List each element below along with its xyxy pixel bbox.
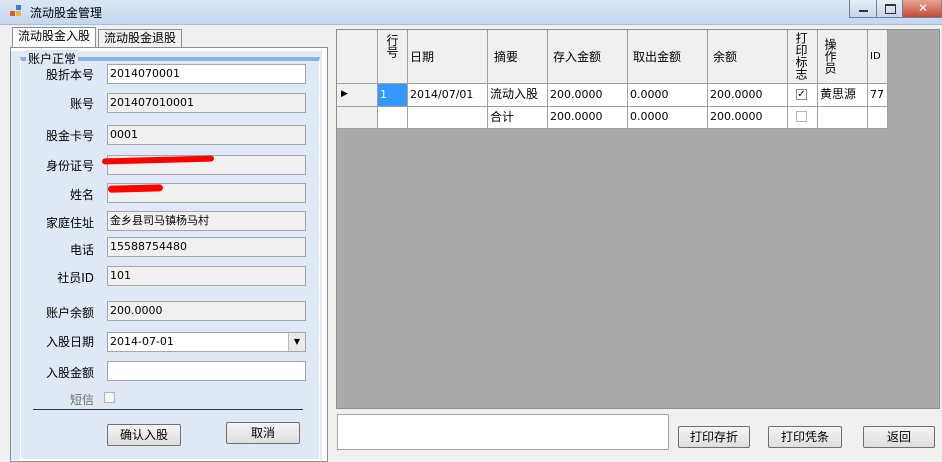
col-withdraw[interactable]: 取出金额 (628, 30, 708, 84)
window-title: 流动股金管理 (30, 6, 103, 20)
cell-deposit[interactable]: 200.0000 (548, 107, 628, 129)
row-selector[interactable] (337, 107, 378, 129)
minimize-button[interactable] (849, 0, 877, 18)
cell-print-flag[interactable] (788, 107, 818, 129)
print-flag-checkbox[interactable]: ✓ (796, 89, 807, 100)
cell-operator[interactable] (818, 107, 868, 129)
cell-id[interactable] (868, 107, 888, 129)
col-print-flag[interactable]: 打印标志 (788, 30, 818, 84)
row-header-corner (337, 30, 378, 84)
tab-stock-in[interactable]: 流动股金入股 (12, 27, 97, 47)
close-icon: ✕ (918, 1, 929, 15)
book-no-input[interactable]: 2014070001 (107, 64, 306, 84)
redaction-scribble (107, 184, 164, 193)
sms-checkbox[interactable] (104, 392, 115, 403)
col-summary[interactable]: 摘要 (488, 30, 548, 84)
join-date-label: 入股日期 (45, 335, 94, 349)
card-no-label: 股金卡号 (45, 129, 94, 143)
row-selector[interactable]: ▶ (337, 84, 378, 107)
cell-row-no[interactable]: 1 (378, 84, 408, 107)
cell-balance[interactable]: 200.0000 (708, 107, 788, 129)
maximize-icon (885, 4, 896, 14)
col-balance[interactable]: 余额 (708, 30, 788, 84)
back-button[interactable]: 返回 (863, 426, 935, 448)
col-date[interactable]: 日期 (408, 30, 488, 84)
cell-row-no[interactable] (378, 107, 408, 129)
col-id[interactable]: ID (868, 30, 888, 84)
account-no-label: 账号 (69, 97, 94, 111)
amount-input[interactable] (107, 361, 306, 381)
confirm-button[interactable]: 确认入股 (107, 424, 181, 446)
phone-label: 电话 (69, 243, 94, 257)
balance-field: 200.0000 (107, 301, 306, 321)
cell-balance[interactable]: 200.0000 (708, 84, 788, 107)
maximize-button[interactable] (876, 0, 903, 18)
cell-date[interactable]: 2014/07/01 (408, 84, 488, 107)
card-no-field: 0001 (107, 125, 306, 145)
cancel-button[interactable]: 取消 (226, 422, 300, 444)
sms-label: 短信 (69, 393, 94, 407)
id-no-label: 身份证号 (45, 159, 94, 173)
col-deposit[interactable]: 存入金额 (548, 30, 628, 84)
cell-summary[interactable]: 流动入股 (488, 84, 548, 107)
title-bar: 流动股金管理 ✕ (0, 0, 942, 25)
cell-date[interactable] (408, 107, 488, 129)
join-date-value: 2014-07-01 (110, 335, 174, 348)
close-button[interactable]: ✕ (902, 0, 942, 18)
address-label: 家庭住址 (45, 216, 94, 230)
print-voucher-button[interactable]: 打印凭条 (768, 426, 842, 448)
memo-textbox[interactable] (337, 414, 669, 450)
cell-print-flag[interactable]: ✓ (788, 84, 818, 107)
address-field: 金乡县司马镇杨马村 (107, 211, 306, 231)
cell-id[interactable]: 77 (868, 84, 888, 107)
group-title: 账户正常 (26, 50, 79, 67)
cell-withdraw[interactable]: 0.0000 (628, 84, 708, 107)
print-flag-checkbox[interactable] (796, 111, 807, 122)
cell-summary[interactable]: 合计 (488, 107, 548, 129)
join-date-picker[interactable]: 2014-07-01 ▼ (107, 332, 306, 352)
records-grid[interactable]: 行号 日期 摘要 存入金额 取出金额 余额 打印标志 操作员 ID ▶ 1 20… (336, 29, 940, 409)
col-row-no-label: 行号 (385, 34, 399, 58)
account-no-field: 201407010001 (107, 93, 306, 113)
col-row-no[interactable]: 行号 (378, 30, 408, 84)
cell-withdraw[interactable]: 0.0000 (628, 107, 708, 129)
cell-operator[interactable]: 黄思源 (818, 84, 868, 107)
amount-label: 入股金额 (45, 366, 94, 380)
row-indicator-icon: ▶ (341, 89, 348, 99)
col-operator[interactable]: 操作员 (818, 30, 868, 84)
name-label: 姓名 (69, 188, 94, 202)
member-id-label: 社员ID (57, 271, 94, 285)
col-operator-label: 操作员 (823, 38, 837, 74)
phone-field: 15588754480 (107, 237, 306, 257)
member-id-field: 101 (107, 266, 306, 286)
col-print-flag-label: 打印标志 (794, 32, 808, 80)
minimize-icon (859, 10, 868, 12)
cell-deposit[interactable]: 200.0000 (548, 84, 628, 107)
print-book-button[interactable]: 打印存折 (678, 426, 750, 448)
balance-label: 账户余额 (45, 306, 94, 320)
book-no-label: 股折本号 (45, 68, 94, 82)
tab-stock-out[interactable]: 流动股金退股 (98, 29, 183, 47)
chevron-down-icon[interactable]: ▼ (288, 333, 305, 351)
app-icon (10, 5, 22, 17)
divider (33, 409, 303, 410)
